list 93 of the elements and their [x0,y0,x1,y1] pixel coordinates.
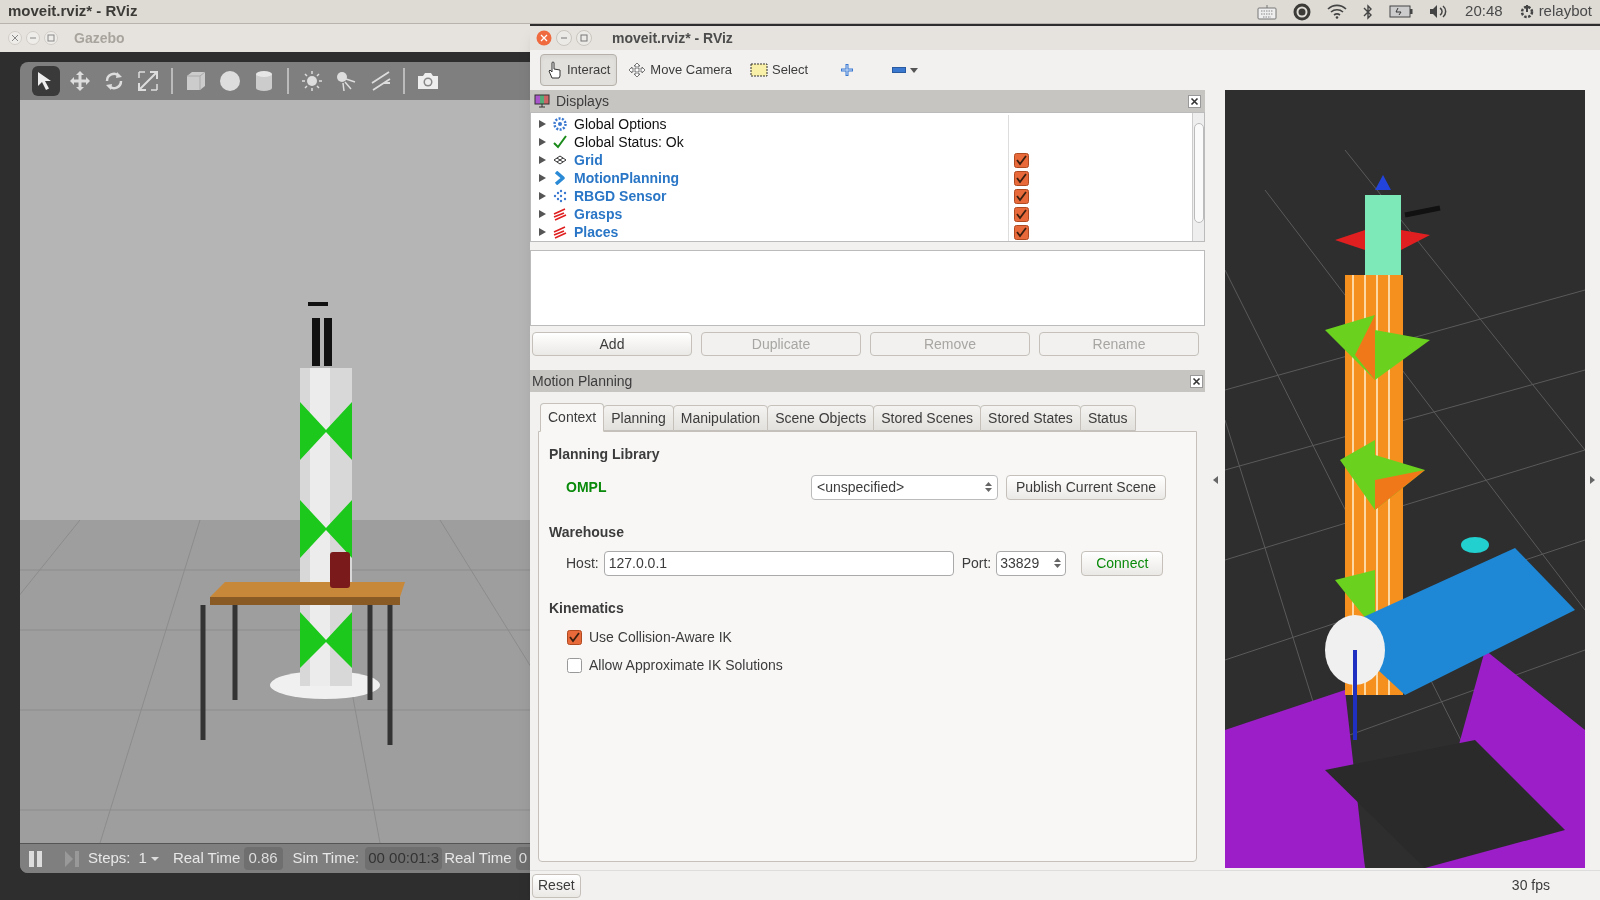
battery-icon[interactable] [1389,5,1414,18]
checkbox[interactable] [1014,152,1029,168]
expand-arrow-icon[interactable] [539,156,546,164]
camera-icon [416,71,440,91]
plus-icon [840,63,855,77]
checkbox-label: Allow Approximate IK Solutions [589,655,783,675]
frame-rate: 30 fps [1511,876,1550,895]
port-label: Port: [961,553,992,573]
connect-button[interactable]: Connect [1081,550,1164,576]
power-gear-icon[interactable] [1518,3,1535,20]
tab[interactable]: Stored Scenes [873,405,982,431]
checkbox[interactable] [567,657,582,673]
sim-time-field: 00 00:01:3 [365,847,443,870]
steps-label: Steps: [88,848,131,869]
reset-button[interactable]: Reset [532,873,581,898]
tool-button[interactable] [32,66,60,96]
bent-arm-icon [554,171,566,185]
scale-arrows-icon [137,70,159,92]
expand-arrow-icon[interactable] [539,210,546,218]
box-icon [185,70,207,92]
panel-button[interactable]: Add [532,332,692,356]
spotlight-icon [335,70,357,92]
checkbox[interactable] [1014,188,1029,204]
monitor-icon [534,94,550,108]
dropdown-arrow-icon [150,855,159,862]
selection-rectangle-icon [750,62,768,78]
tab[interactable]: Stored States [980,405,1081,431]
section-heading: Kinematics [549,599,625,618]
checkbox[interactable] [1014,206,1029,222]
gear-icon [553,117,567,131]
tool-button[interactable]: Move Camera [621,54,739,86]
point-cloud-icon [553,189,567,203]
expand-arrow-icon[interactable] [539,120,546,128]
scrollbar[interactable] [1192,113,1204,241]
sun-icon [301,70,323,92]
cylinder-icon [255,70,273,92]
checkbox[interactable] [1014,170,1029,186]
expand-arrow-icon[interactable] [539,192,546,200]
ring-logo-icon[interactable] [1293,2,1312,21]
spin-arrows-icon [1054,557,1062,569]
user-name[interactable]: relaybot [1538,0,1592,23]
hand-pointer-icon [547,61,563,79]
move-arrows-icon [628,62,647,78]
planner-dropdown[interactable]: <unspecified> [811,474,998,500]
bluetooth-icon[interactable] [1363,3,1374,20]
checkbox[interactable] [1014,224,1029,240]
port-field[interactable]: 33829 [996,550,1067,576]
section-heading: Planning Library [549,445,661,464]
publish-button[interactable]: Publish Current Scene [1006,474,1166,500]
tab[interactable]: Scene Objects [767,405,875,431]
collapse-arrow-icon[interactable] [1212,476,1218,484]
real-time-field: 0 [515,847,530,870]
lightning-arrows-icon [553,225,567,239]
window-title: moveit.rviz* - RViz [612,28,733,48]
expand-arrow-icon[interactable] [539,228,546,236]
panel-title: Motion Planning [532,371,633,391]
tab[interactable]: Context [540,403,605,432]
tool-button[interactable]: Select [743,54,816,86]
tab[interactable]: Planning [603,405,674,431]
tab[interactable]: Status [1079,405,1136,431]
grid-icon [553,155,567,165]
library-name: OMPL [566,477,607,497]
real-time-field: 0.86 [244,847,283,870]
rotate-arrows-icon [103,70,125,92]
dropdown-arrow-icon [910,67,919,73]
expand-arrow-icon[interactable] [1590,476,1595,484]
window-title: moveit.rviz* - RViz [8,1,138,22]
tool-button[interactable]: Interact [540,54,618,86]
expand-arrow-icon[interactable] [539,138,546,146]
lightning-arrows-icon [553,207,567,221]
checkmark-icon [553,135,567,149]
close-icon[interactable] [1188,94,1201,108]
sphere-icon [219,70,241,92]
host-field[interactable]: 127.0.0.1 [603,550,954,576]
close-icon[interactable] [1190,374,1203,388]
checkbox[interactable] [567,629,582,645]
parallel-arrows-icon [369,70,391,92]
spin-arrows-icon [985,481,992,493]
window-title: Gazebo [74,28,125,48]
checkbox-label: Use Collision-Aware IK [589,627,732,647]
host-label: Host: [566,553,599,573]
expand-arrow-icon[interactable] [539,174,546,182]
real-time-label: Real Time [172,848,241,869]
clock[interactable]: 20:48 [1465,0,1503,23]
section-heading: Warehouse [549,523,625,542]
minus-icon [892,67,907,73]
sim-time-label: Sim Time: [292,848,360,869]
tab[interactable]: Manipulation [672,405,769,431]
real-time-label: Real Time [444,848,512,869]
panel-title: Displays [556,91,609,111]
move-arrows-icon [69,70,91,92]
pause-icon[interactable] [28,849,44,868]
wifi-icon[interactable] [1327,4,1348,19]
